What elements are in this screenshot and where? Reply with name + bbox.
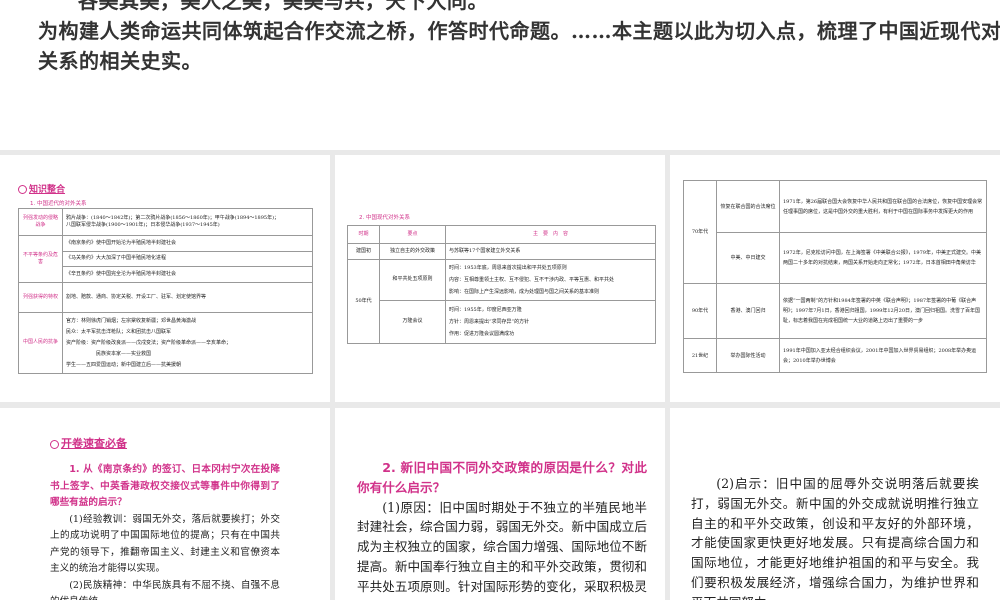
period-cell: 90年代 (683, 283, 717, 339)
point-cell: 举办国际性活动 (716, 338, 780, 373)
slide-modern-relations-2[interactable]: 2. 中国现代对外关系 时期 要点主 要 内 容 建国初 独立自主的外交政策 与苏联等… (335, 155, 665, 402)
table-row: 列强发动的侵略战争 鸦片战争：(1840～1842年)；第二次鸦片战争(1856～… (18, 208, 313, 236)
answer-paragraph: (1)原因：旧中国时期处于不独立的半殖民地半封建社会，综合国力弱，弱国无外交。新… (357, 499, 647, 600)
cell-line: 民族资本家——实业救国 (96, 350, 152, 357)
content-cell: 与苏联等17个国家建立外交关系 (445, 243, 656, 260)
slide-modern-relations-3[interactable]: 70年代 恢复在联合国的合法席位 1971年，第26届联合国大会恢复中华人民共和国在… (670, 155, 1000, 402)
row-content: 官方：林则徐虎门销烟；左宗棠收复新疆；邓世昌黄海激战 民众：太平军抗击洋枪队；义… (62, 312, 313, 374)
table-title: 1. 中国近代的对外关系 (30, 201, 87, 207)
period-cell: 21世纪 (683, 338, 717, 373)
table-title: 2. 中国现代对外关系 (359, 215, 410, 221)
point-cell: 香港、澳门回归 (716, 283, 780, 339)
table-row: 21世纪 举办国际性活动 1991年中国加入亚太经合组织会议，2001年中国加入世界… (683, 338, 987, 373)
table-contemporary-relations-cont: 70年代 恢复在联合国的合法席位 1971年，第26届联合国大会恢复中华人民共和国在… (683, 180, 987, 373)
table-row: 中国人民的抗争 官方：林则徐虎门销烟；左宗棠收复新疆；邓世昌黄海激战 民众：太平… (18, 312, 313, 374)
table-row: 列强获得的特权 割地、赔款、通商、协定关税、开设工厂、驻军、划定使馆界等 (18, 282, 313, 313)
section-header: 开卷速查必备 (50, 435, 127, 451)
intro-line: 为构建人类命运共同体筑起合作交流之桥，作答时代命题。……本主题以此为切入点，梳理… (38, 19, 1000, 43)
section-header: 知识整合 (18, 182, 65, 195)
column-header: 主 要 内 容 (445, 225, 656, 244)
point-cell: 中美、中日建交 (716, 232, 780, 284)
cell-line: 八国联军侵华战争(1900～1901年)；日本侵华战争(1937～1945年) (66, 222, 220, 228)
section-icon (50, 439, 59, 449)
qa-text: 2. 新旧中国不同外交政策的原因是什么？对此你有什么启示？ (1)原因：旧中国时… (357, 458, 647, 600)
section-icon (18, 185, 27, 194)
intro-line: 各美其美，美人之美，美美与共，天下大同。 (78, 0, 488, 13)
answer-paragraph: (2)启示：旧中国的屈辱外交说明落后就要挨打，弱国无外交。新中国的外交成就说明推… (691, 476, 979, 600)
row-content: 鸦片战争：(1840～1842年)；第二次鸦片战争(1856～1860年)；甲午… (62, 208, 313, 236)
table-row: 50年代 和平共处五项原则 时间：1953年底，周恩来首次提出和平共处五项原则内容：… (347, 259, 656, 344)
cell-line: 官方：林则徐虎门销烟；左宗棠收复新疆；邓世昌黄海激战 (66, 317, 197, 324)
question: 1. 从《南京条约》的签订、日本冈村宁次在投降书上签字、中英香港政权交接仪式等事… (50, 464, 280, 508)
point-cell: 恢复在联合国的合法席位 (716, 180, 780, 233)
table-row: 万隆会议 时间：1955年，印度尼西亚万隆方针：周恩来提出“求同存异”的方针 作用：… (348, 300, 656, 344)
row-content: 《马关条约》大大加深了中国半殖民地化进程 (62, 251, 313, 267)
point-cell: 独立自主的外交政策 (379, 243, 446, 260)
content-cell: 时间：1953年底，周恩来首次提出和平共处五项原则内容：互相尊重领土主权、互不侵… (445, 259, 656, 301)
row-content: 《南京条约》使中国开始沦为半殖民地半封建社会 (62, 235, 313, 252)
cell-line: 学生——五四爱国运动；新中国建立后——抗美援朝 (66, 361, 182, 368)
cell-line: 内容：互相尊重领土主权、互不侵犯、互不干涉内政、平等互惠、和平共处 (449, 277, 615, 283)
slide-modern-relations-1[interactable]: 知识整合 1. 中国近代的对外关系 列强发动的侵略战争 鸦片战争：(1840～18… (0, 155, 330, 402)
table-row: 70年代 恢复在联合国的合法席位 1971年，第26届联合国大会恢复中华人民共和国在… (683, 180, 987, 284)
table-row: 中美、中日建交 1972年，尼克松访问中国，在上海签署《中美联合公报》，1979年… (684, 232, 987, 284)
slide-quick-check-3[interactable]: (2)启示：旧中国的屈辱外交说明落后就要挨打，弱国无外交。新中国的外交成就说明推… (670, 408, 1000, 600)
table-row: 不平等条约及危害 《南京条约》使中国开始沦为半殖民地半封建社会 (18, 235, 313, 283)
slide-intro[interactable]: 各美其美，美人之美，美美与共，天下大同。 为构建人类命运共同体筑起合作交流之桥，… (0, 0, 1000, 150)
content-cell: 1972年，尼克松访问中国，在上海签署《中美联合公报》，1979年，中美正式建交… (779, 232, 987, 284)
table-row: 建国初 独立自主的外交政策 与苏联等17个国家建立外交关系 (347, 243, 656, 260)
table-row: 《马关条约》大大加深了中国半殖民地化进程 (19, 251, 313, 267)
table-modern-relations: 列强发动的侵略战争 鸦片战争：(1840～1842年)；第二次鸦片战争(1856～… (18, 208, 313, 374)
cell-line: 方针：周恩来提出“求同存异”的方针 (449, 319, 530, 325)
section-header-label: 开卷速查必备 (61, 437, 127, 450)
point-cell: 万隆会议 (379, 300, 446, 344)
row-label: 中国人民的抗争 (18, 312, 63, 374)
row-content: 割地、赔款、通商、协定关税、开设工厂、驻军、划定使馆界等 (62, 282, 313, 313)
slide-quick-check-2[interactable]: 2. 新旧中国不同外交政策的原因是什么？对此你有什么启示？ (1)原因：旧中国时… (335, 408, 665, 600)
cell-line: 资产阶级：资产阶级改良派——戊戌变法；资产阶级革命派——辛亥革命； (66, 339, 232, 346)
period-cell: 建国初 (347, 243, 380, 260)
cell-line: 作用：促进万隆会议圆满成功 (449, 331, 515, 337)
table-contemporary-relations: 时期 要点主 要 内 容 建国初 独立自主的外交政策 与苏联等17个国家建立外交关系 … (347, 225, 656, 344)
point-cell: 和平共处五项原则 (379, 259, 446, 301)
qa-text: (2)启示：旧中国的屈辱外交说明落后就要挨打，弱国无外交。新中国的外交成就说明推… (691, 474, 979, 600)
intro-text: 各美其美，美人之美，美美与共，天下大同。 为构建人类命运共同体筑起合作交流之桥，… (38, 0, 1000, 76)
content-cell: 依据“一国两制”的方针和1984年签署的中英《联合声明》；1987年签署的中葡《… (779, 283, 987, 339)
row-label: 列强发动的侵略战争 (18, 208, 63, 236)
cell-line: 影响：在国际上产生深远影响，成为处理国与国之间关系的基本准则 (449, 289, 600, 295)
intro-line: 关系的相关史实。 (38, 49, 202, 73)
qa-text: 1. 从《南京条约》的签订、日本冈村宁次在投降书上签字、中英香港政权交接仪式等事… (50, 462, 280, 600)
content-cell: 时间：1955年，印度尼西亚万隆方针：周恩来提出“求同存异”的方针 作用：促进万隆… (445, 300, 656, 344)
column-header: 时期 (347, 225, 380, 244)
table-row: 《辛丑条约》使中国完全沦为半殖民地半封建社会 (19, 266, 313, 283)
table-header-row: 时期 要点主 要 内 容 (347, 225, 656, 244)
row-label: 列强获得的特权 (18, 282, 63, 313)
slide-quick-check-1[interactable]: 开卷速查必备 1. 从《南京条约》的签订、日本冈村宁次在投降书上签字、中英香港政… (0, 408, 330, 600)
content-cell: 1971年，第26届联合国大会恢复中华人民共和国在联合国的合法席位，恢复中国安理… (779, 180, 987, 233)
row-content: 《辛丑条约》使中国完全沦为半殖民地半封建社会 (62, 266, 313, 283)
row-label: 不平等条约及危害 (18, 235, 63, 283)
period-cell: 70年代 (683, 180, 717, 284)
period-cell: 50年代 (347, 259, 380, 344)
cell-line: 时间：1955年，印度尼西亚万隆 (449, 307, 522, 313)
column-header: 要点 (379, 225, 446, 244)
question: 2. 新旧中国不同外交政策的原因是什么？对此你有什么启示？ (357, 460, 647, 495)
content-cell: 1991年中国加入亚太经合组织会议，2001年中国加入世界贸易组织；2008年举… (779, 338, 987, 373)
cell-line: 鸦片战争：(1840～1842年)；第二次鸦片战争(1856～1860年)；甲午… (66, 214, 280, 221)
section-header-label: 知识整合 (29, 185, 66, 195)
cell-line: 时间：1953年底，周恩来首次提出和平共处五项原则 (449, 265, 567, 271)
cell-line: 民众：太平军抗击洋枪队；义和团抗击八国联军 (66, 328, 172, 335)
answer-paragraph: (2)民族精神：中华民族具有不屈不挠、自强不息的优良传统。 (50, 579, 280, 600)
answer-paragraph: (1)经验教训：弱国无外交，落后就要挨打；外交上的成功说明了中国国际地位的提高；… (50, 513, 280, 575)
table-row: 90年代 香港、澳门回归 依据“一国两制”的方针和1984年签署的中英《联合声明》；… (683, 283, 987, 339)
